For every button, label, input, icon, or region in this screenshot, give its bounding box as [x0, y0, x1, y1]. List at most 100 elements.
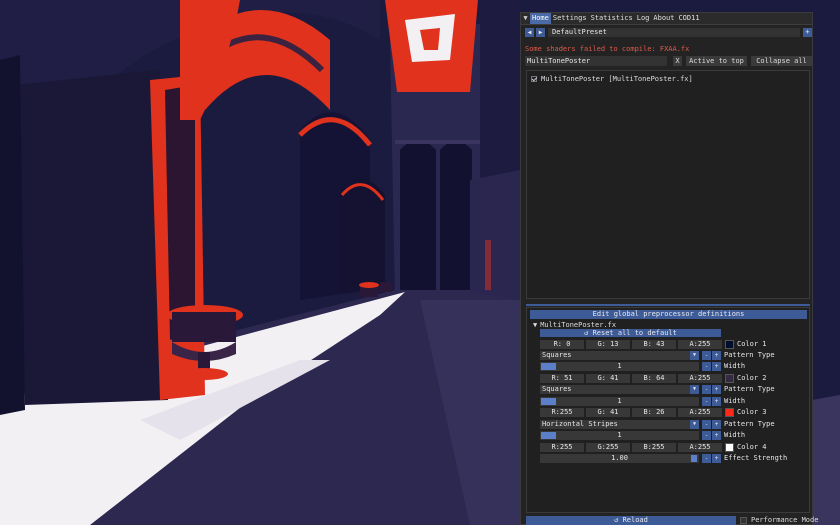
color2-b[interactable]: B: 64 [632, 374, 676, 383]
reload-icon: ↺ [614, 516, 619, 524]
overlay-window: ▼ Home Settings Statistics Log About COD… [520, 12, 813, 525]
compile-warning: Some shaders failed to compile: FXAA.fx [525, 44, 690, 53]
color3-a[interactable]: A:255 [678, 408, 722, 417]
width2-label: Width [724, 397, 746, 405]
tab-home[interactable]: Home [530, 13, 551, 24]
clear-search-button[interactable]: X [673, 56, 682, 66]
width3-slider[interactable]: 1 [540, 431, 699, 440]
reload-button[interactable]: ↺ Reload [526, 516, 736, 525]
color4-g[interactable]: G:255 [586, 443, 630, 452]
color4-swatch[interactable] [725, 443, 734, 452]
color2-g[interactable]: G: 41 [586, 374, 630, 383]
width3-minus-button[interactable]: - [702, 431, 711, 440]
chevron-down-icon[interactable]: ▼ [690, 420, 699, 429]
strength-plus-button[interactable]: + [712, 454, 721, 463]
pattern2-label: Pattern Type [724, 385, 775, 393]
color1-r[interactable]: R: 0 [540, 340, 584, 349]
active-to-top-button[interactable]: Active to top [686, 56, 747, 66]
reload-label: Reload [622, 516, 648, 524]
color3-g[interactable]: G: 41 [586, 408, 630, 417]
color3-b[interactable]: B: 26 [632, 408, 676, 417]
width3-plus-button[interactable]: + [712, 431, 721, 440]
reset-defaults-button[interactable]: ↺ Reset all to default [540, 329, 721, 337]
tab-about[interactable]: About [651, 13, 676, 24]
width1-value: 1 [617, 362, 622, 370]
effect-settings: Edit global preprocessor definitions ▼ M… [526, 307, 810, 513]
effect-list: MultiTonePoster [MultiTonePoster.fx] [526, 70, 810, 299]
pattern2-plus-button[interactable]: + [712, 385, 721, 394]
tab-cod11[interactable]: COD11 [676, 13, 701, 24]
width3-row: 1 - + Width [540, 431, 745, 440]
color3-r[interactable]: R:255 [540, 408, 584, 417]
chevron-left-icon[interactable]: ◀ [525, 28, 534, 37]
color1-label: Color 1 [737, 340, 767, 348]
width3-value: 1 [617, 431, 622, 439]
tab-settings[interactable]: Settings [551, 13, 589, 24]
color1-a[interactable]: A:255 [678, 340, 722, 349]
effect-label: MultiTonePoster [MultiTonePoster.fx] [541, 74, 693, 83]
color4-r[interactable]: R:255 [540, 443, 584, 452]
width2-plus-button[interactable]: + [712, 397, 721, 406]
color2-r[interactable]: R: 51 [540, 374, 584, 383]
color3-label: Color 3 [737, 408, 767, 416]
color4-b[interactable]: B:255 [632, 443, 676, 452]
pattern1-minus-button[interactable]: - [702, 351, 711, 360]
pattern1-plus-button[interactable]: + [712, 351, 721, 360]
strength-minus-button[interactable]: - [702, 454, 711, 463]
color3-swatch[interactable] [725, 408, 734, 417]
effect-search-input[interactable]: MultiTonePoster [525, 56, 667, 66]
width1-minus-button[interactable]: - [702, 362, 711, 371]
collapse-all-button[interactable]: Collapse all [751, 56, 812, 66]
menu-glyph-icon[interactable]: ▼ [521, 13, 530, 24]
color2-a[interactable]: A:255 [678, 374, 722, 383]
strength-slider[interactable]: 1.00 [540, 454, 699, 463]
reset-icon: ↺ [584, 329, 589, 337]
pattern1-row: Squares ▼ - + Pattern Type [540, 351, 775, 360]
pattern2-minus-button[interactable]: - [702, 385, 711, 394]
checkbox-checked-icon[interactable] [531, 75, 537, 82]
width1-slider[interactable]: 1 [540, 362, 699, 371]
width2-slider[interactable]: 1 [540, 397, 699, 406]
add-preset-button[interactable]: + [803, 28, 812, 37]
color2-swatch[interactable] [725, 374, 734, 383]
performance-mode-label: Performance Mode [751, 516, 819, 524]
edit-preprocessor-button[interactable]: Edit global preprocessor definitions [530, 310, 807, 319]
strength-label: Effect Strength [724, 454, 788, 462]
pattern3-dropdown[interactable]: Horizontal Stripes [540, 420, 690, 429]
width2-minus-button[interactable]: - [702, 397, 711, 406]
pattern3-minus-button[interactable]: - [702, 420, 711, 429]
tab-log[interactable]: Log [635, 13, 652, 24]
caret-down-icon: ▼ [533, 321, 538, 329]
color1-swatch[interactable] [725, 340, 734, 349]
chevron-down-icon[interactable]: ▼ [690, 385, 699, 394]
width2-row: 1 - + Width [540, 397, 745, 406]
strength-row: 1.00 - + Effect Strength [540, 454, 787, 463]
search-row: MultiTonePoster X Active to top Collapse… [525, 56, 812, 66]
list-item[interactable]: MultiTonePoster [MultiTonePoster.fx] [531, 74, 693, 83]
width1-row: 1 - + Width [540, 362, 745, 371]
width1-plus-button[interactable]: + [712, 362, 721, 371]
pattern3-plus-button[interactable]: + [712, 420, 721, 429]
performance-mode-toggle[interactable]: Performance Mode [740, 516, 840, 525]
color1-g[interactable]: G: 13 [586, 340, 630, 349]
strength-value: 1.00 [611, 454, 628, 462]
chevron-right-icon[interactable]: ▶ [536, 28, 545, 37]
chevron-down-icon[interactable]: ▼ [690, 351, 699, 360]
pattern1-dropdown[interactable]: Squares [540, 351, 690, 360]
preset-selector[interactable]: DefaultPreset [548, 28, 800, 37]
width3-label: Width [724, 431, 746, 439]
color4-row: R:255 G:255 B:255 A:255 Color 4 [540, 443, 767, 452]
checkbox-icon[interactable] [740, 517, 747, 524]
color2-label: Color 2 [737, 374, 767, 382]
reset-label: Reset all to default [592, 329, 677, 337]
color2-row: R: 51 G: 41 B: 64 A:255 Color 2 [540, 374, 767, 383]
panel-splitter[interactable] [526, 304, 810, 306]
pattern2-dropdown[interactable]: Squares [540, 385, 690, 394]
color1-row: R: 0 G: 13 B: 43 A:255 Color 1 [540, 340, 767, 349]
color4-a[interactable]: A:255 [678, 443, 722, 452]
tab-statistics[interactable]: Statistics [589, 13, 635, 24]
color1-b[interactable]: B: 43 [632, 340, 676, 349]
section-header[interactable]: ▼ MultiTonePoster.fx [533, 321, 616, 329]
color4-label: Color 4 [737, 443, 767, 451]
width1-label: Width [724, 362, 746, 370]
